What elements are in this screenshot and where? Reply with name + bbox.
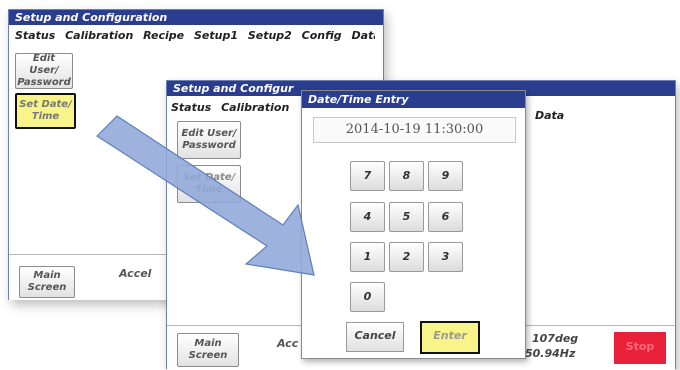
pointer-arrow <box>96 115 315 276</box>
arrow-shape <box>96 115 315 276</box>
